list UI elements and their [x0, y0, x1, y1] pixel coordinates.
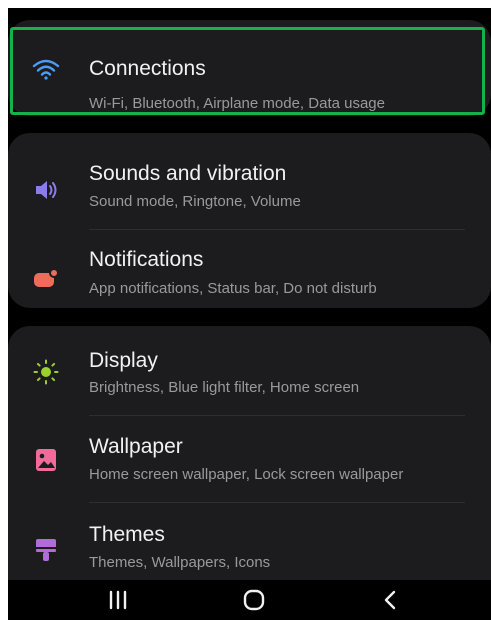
themes-title: Themes [89, 523, 165, 546]
back-icon [384, 590, 396, 610]
display-title: Display [89, 349, 158, 372]
display-subtitle: Brightness, Blue light filter, Home scre… [89, 379, 360, 396]
display-item[interactable]: Display Brightness, Blue light filter, H… [8, 326, 491, 412]
themes-icon [32, 536, 60, 564]
sounds-subtitle: Sound mode, Ringtone, Volume [89, 193, 301, 210]
notifications-item[interactable]: Notifications App notifications, Status … [8, 221, 491, 307]
display-card: Display Brightness, Blue light filter, H… [8, 326, 491, 620]
notifications-title: Notifications [89, 248, 204, 271]
home-icon [243, 589, 265, 611]
themes-item[interactable]: Themes Themes, Wallpapers, Icons [8, 502, 491, 588]
recent-apps-icon [109, 590, 127, 610]
notification-icon [32, 265, 60, 293]
selection-highlight [10, 27, 485, 115]
brightness-icon [32, 358, 60, 386]
themes-subtitle: Themes, Wallpapers, Icons [89, 554, 271, 571]
wallpaper-item[interactable]: Wallpaper Home screen wallpaper, Lock sc… [8, 414, 491, 500]
settings-screen: Connections Wi-Fi, Bluetooth, Airplane m… [8, 8, 491, 620]
sounds-item[interactable]: Sounds and vibration Sound mode, Rington… [8, 133, 491, 219]
notifications-subtitle: App notifications, Status bar, Do not di… [89, 280, 377, 297]
back-button[interactable] [370, 584, 410, 616]
navigation-bar [8, 580, 491, 620]
wallpaper-subtitle: Home screen wallpaper, Lock screen wallp… [89, 466, 404, 483]
recent-apps-button[interactable] [98, 584, 138, 616]
home-button[interactable] [234, 584, 274, 616]
volume-icon [32, 176, 60, 204]
sounds-notifications-card: Sounds and vibration Sound mode, Rington… [8, 133, 491, 308]
wallpaper-title: Wallpaper [89, 435, 183, 458]
sounds-title: Sounds and vibration [89, 162, 287, 185]
wallpaper-icon [32, 446, 60, 474]
